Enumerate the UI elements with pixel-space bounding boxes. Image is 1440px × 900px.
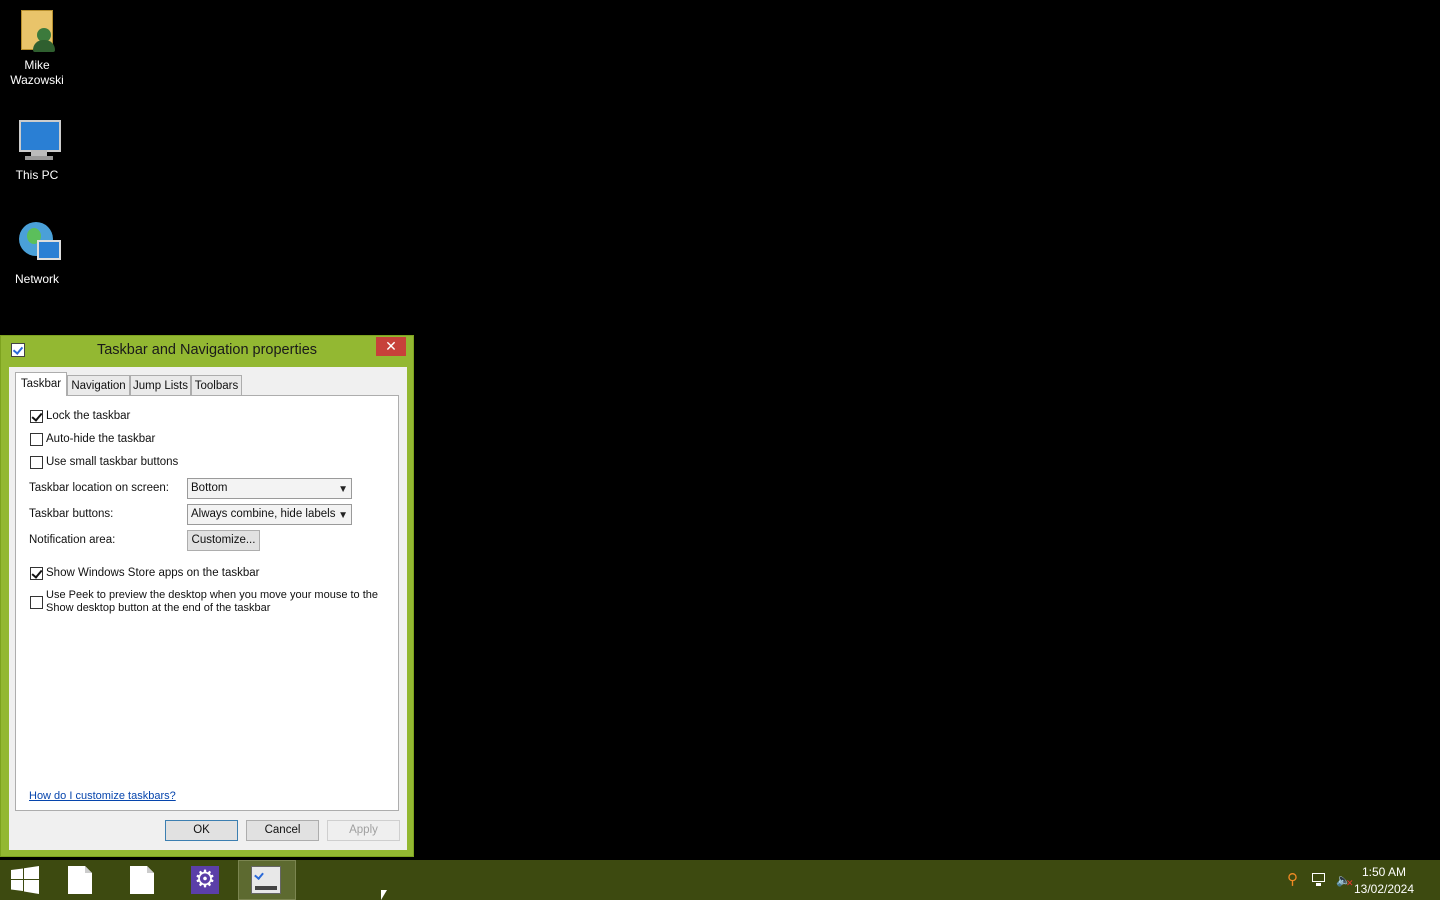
taskbar-tab-panel: Lock the taskbar Auto-hide the taskbar U… bbox=[15, 395, 399, 811]
tab-jump-lists[interactable]: Jump Lists bbox=[130, 375, 191, 395]
user-folder-icon bbox=[13, 6, 61, 54]
buttons-label: Taskbar buttons: bbox=[29, 508, 114, 520]
peek-option[interactable]: Use Peek to preview the desktop when you… bbox=[30, 589, 380, 615]
cancel-button[interactable]: Cancel bbox=[246, 820, 319, 841]
close-button[interactable]: ✕ bbox=[376, 337, 406, 356]
location-value: Bottom bbox=[191, 482, 228, 494]
lock-taskbar-checkbox[interactable] bbox=[30, 410, 43, 423]
autohide-label: Auto-hide the taskbar bbox=[46, 433, 156, 445]
store-apps-option[interactable]: Show Windows Store apps on the taskbar bbox=[30, 567, 260, 580]
small-buttons-checkbox[interactable] bbox=[30, 456, 43, 469]
network-status-icon[interactable] bbox=[1311, 873, 1327, 887]
clock-date[interactable]: 13/02/2024 bbox=[1344, 882, 1424, 896]
buttons-value: Always combine, hide labels bbox=[191, 508, 336, 520]
clock-time[interactable]: 1:50 AM bbox=[1344, 865, 1424, 879]
taskbar-settings[interactable]: ⚙ bbox=[177, 860, 233, 900]
lock-taskbar-label: Lock the taskbar bbox=[46, 410, 131, 422]
small-buttons-option[interactable]: Use small taskbar buttons bbox=[30, 456, 178, 469]
notification-label: Notification area: bbox=[29, 534, 116, 546]
taskbar-file-1[interactable] bbox=[52, 860, 108, 900]
document-icon bbox=[130, 866, 154, 894]
tab-taskbar[interactable]: Taskbar bbox=[15, 372, 67, 396]
ok-button[interactable]: OK bbox=[165, 820, 238, 841]
window-title: Taskbar and Navigation properties bbox=[96, 342, 318, 358]
taskbar-properties-icon bbox=[251, 866, 281, 894]
buttons-select[interactable]: Always combine, hide labels ▼ bbox=[187, 504, 352, 525]
help-link[interactable]: How do I customize taskbars? bbox=[29, 790, 176, 802]
desktop-icon-network[interactable]: Network bbox=[4, 220, 70, 287]
computer-icon bbox=[13, 116, 61, 164]
lock-taskbar-option[interactable]: Lock the taskbar bbox=[30, 410, 130, 423]
search-icon[interactable]: ⚲ bbox=[1287, 872, 1303, 888]
peek-checkbox[interactable] bbox=[30, 596, 43, 609]
desktop-icon-this-pc[interactable]: This PC bbox=[4, 116, 70, 183]
start-button[interactable] bbox=[0, 860, 56, 900]
tab-toolbars[interactable]: Toolbars bbox=[191, 375, 242, 395]
taskbar-properties-dialog: Taskbar and Navigation properties ✕ Task… bbox=[0, 335, 414, 857]
chevron-down-icon: ▼ bbox=[338, 510, 348, 521]
location-select[interactable]: Bottom ▼ bbox=[187, 478, 352, 499]
desktop-icon-label: This PC bbox=[15, 168, 59, 182]
desktop-icon-label: Network bbox=[14, 272, 59, 286]
customize-button[interactable]: Customize... bbox=[187, 530, 260, 551]
network-icon bbox=[13, 220, 61, 268]
chevron-down-icon: ▼ bbox=[338, 484, 348, 495]
autohide-option[interactable]: Auto-hide the taskbar bbox=[30, 433, 155, 446]
small-buttons-label: Use small taskbar buttons bbox=[46, 456, 179, 468]
peek-label: Use Peek to preview the desktop when you… bbox=[46, 589, 379, 614]
desktop-icon-label: Mike Wazowski bbox=[10, 58, 64, 87]
windows-logo-icon bbox=[11, 866, 39, 894]
desktop-icon-user-folder[interactable]: Mike Wazowski bbox=[4, 6, 70, 88]
dialog-client-area: Taskbar Navigation Jump Lists Toolbars L… bbox=[9, 367, 407, 850]
title-bar[interactable]: Taskbar and Navigation properties ✕ bbox=[1, 336, 413, 366]
store-apps-checkbox[interactable] bbox=[30, 567, 43, 580]
taskbar-file-2[interactable] bbox=[114, 860, 170, 900]
autohide-checkbox[interactable] bbox=[30, 433, 43, 446]
taskbar: ⚙ ⚲ 🔈 ✕ 1:50 AM 13/02/2024 bbox=[0, 860, 1440, 900]
tab-navigation[interactable]: Navigation bbox=[67, 375, 130, 395]
gear-icon: ⚙ bbox=[191, 866, 219, 894]
store-apps-label: Show Windows Store apps on the taskbar bbox=[46, 567, 260, 579]
location-label: Taskbar location on screen: bbox=[29, 482, 169, 494]
mouse-cursor bbox=[381, 890, 387, 900]
taskbar-properties-app[interactable] bbox=[238, 860, 296, 900]
document-icon bbox=[68, 866, 92, 894]
apply-button[interactable]: Apply bbox=[327, 820, 400, 841]
